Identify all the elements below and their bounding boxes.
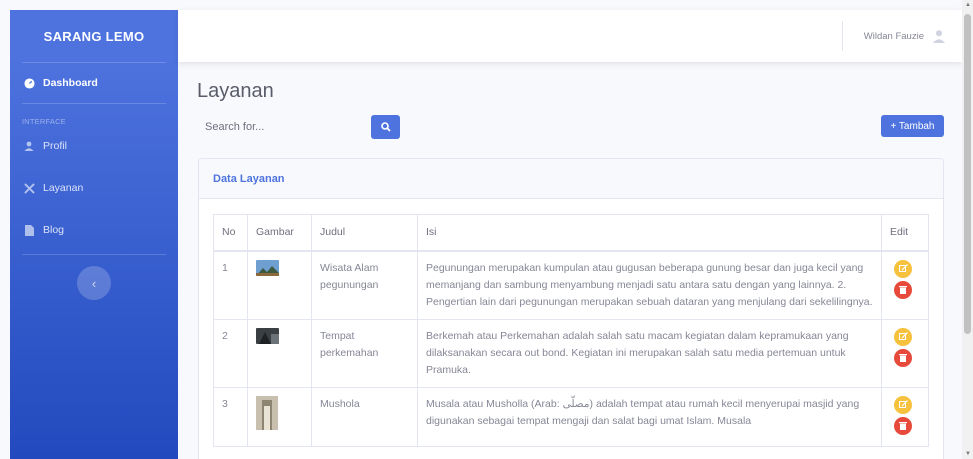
cell-judul: Wisata Alam pegunungan <box>311 250 418 320</box>
column-header: Edit <box>881 214 929 252</box>
trash-icon <box>899 422 907 430</box>
mushola-thumbnail <box>256 395 278 430</box>
file-icon <box>22 224 36 236</box>
sidebar-item-label: Layanan <box>43 182 84 194</box>
sidebar-item-profil[interactable]: Profil <box>10 130 178 162</box>
cell-gambar <box>247 318 312 388</box>
cell-isi: Berkemah atau Perkemahan adalah salah sa… <box>417 318 882 388</box>
sidebar-brand[interactable]: SARANG LEMO <box>10 10 178 62</box>
topbar: Wildan Fauzie <box>178 10 962 62</box>
search-input[interactable] <box>205 115 371 139</box>
column-header: Judul <box>311 214 418 252</box>
sidebar-item-label: Profil <box>43 140 67 152</box>
topbar-divider <box>841 21 843 51</box>
search-icon <box>380 122 391 132</box>
edit-icon <box>898 264 908 272</box>
delete-button[interactable] <box>894 280 912 299</box>
user-icon <box>22 141 36 151</box>
cell-judul: Mushola <box>311 386 418 447</box>
edit-button[interactable] <box>894 327 912 346</box>
cell-no: 1 <box>213 250 248 320</box>
page-scrollbar[interactable]: ▲ ▼ <box>962 0 973 459</box>
column-header: Gambar <box>247 214 312 252</box>
edit-icon <box>898 400 908 408</box>
cell-edit <box>881 250 929 320</box>
camping-thumbnail <box>256 327 279 344</box>
sidebar-item-label: Dashboard <box>43 77 98 89</box>
column-header: Isi <box>417 214 882 252</box>
search-button[interactable] <box>371 115 400 139</box>
scrollbar-thumb[interactable] <box>964 14 971 334</box>
mountain-thumbnail <box>256 259 279 276</box>
tachometer-icon <box>22 77 36 89</box>
scroll-up-icon[interactable]: ▲ <box>965 2 971 8</box>
cell-edit <box>881 318 929 388</box>
sidebar-section-heading: INTERFACE <box>22 117 66 126</box>
cell-no: 2 <box>213 318 248 388</box>
card-title: Data Layanan <box>199 159 943 199</box>
data-card: Data Layanan No Gambar Judul Isi Edit 1 … <box>198 158 944 459</box>
delete-button[interactable] <box>894 348 912 367</box>
tools-icon <box>22 182 36 194</box>
cell-isi: Pegunungan merupakan kumpulan atau gugus… <box>417 250 882 320</box>
trash-icon <box>899 286 907 294</box>
sidebar-item-blog[interactable]: Blog <box>10 210 178 250</box>
edit-button[interactable] <box>894 395 912 414</box>
sidebar-item-layanan[interactable]: Layanan <box>10 168 178 208</box>
sidebar-toggle-button[interactable]: ‹ <box>77 266 111 300</box>
delete-button[interactable] <box>894 416 912 435</box>
page-title: Layanan <box>197 80 274 102</box>
cell-gambar <box>247 250 312 320</box>
user-avatar-icon <box>932 29 946 43</box>
scroll-down-icon[interactable]: ▼ <box>965 451 971 457</box>
cell-isi: Musala atau Musholla (Arab: مصلّى) adala… <box>417 386 882 447</box>
cell-gambar <box>247 386 312 447</box>
cell-judul: Tempat perkemahan <box>311 318 418 388</box>
add-button[interactable]: + Tambah <box>881 115 944 137</box>
cell-edit <box>881 386 929 447</box>
sidebar-item-dashboard[interactable]: Dashboard <box>10 63 178 103</box>
table-header-row: No Gambar Judul Isi Edit <box>213 214 929 252</box>
table-row: 3 Mushola Musala atau Musholla (Arab: مص… <box>213 386 929 447</box>
sidebar-divider <box>22 254 166 255</box>
edit-button[interactable] <box>894 259 912 278</box>
search-group <box>205 115 400 139</box>
cell-no: 3 <box>213 386 248 447</box>
user-name: Wildan Fauzie <box>863 30 924 42</box>
table-row: 2 Tempat perkemahan Berkemah atau Perkem… <box>213 318 929 388</box>
table-row: 1 Wisata Alam pegunungan Pegunungan meru… <box>213 250 929 320</box>
edit-icon <box>898 332 908 340</box>
sidebar-item-label: Blog <box>43 224 65 236</box>
chevron-left-icon: ‹ <box>91 275 97 291</box>
sidebar: SARANG LEMO Dashboard INTERFACE Profil L… <box>10 10 178 459</box>
column-header: No <box>213 214 248 252</box>
trash-icon <box>899 354 907 362</box>
services-table: No Gambar Judul Isi Edit 1 Wisata Alam p… <box>213 214 929 447</box>
user-menu[interactable]: Wildan Fauzie <box>864 29 946 43</box>
